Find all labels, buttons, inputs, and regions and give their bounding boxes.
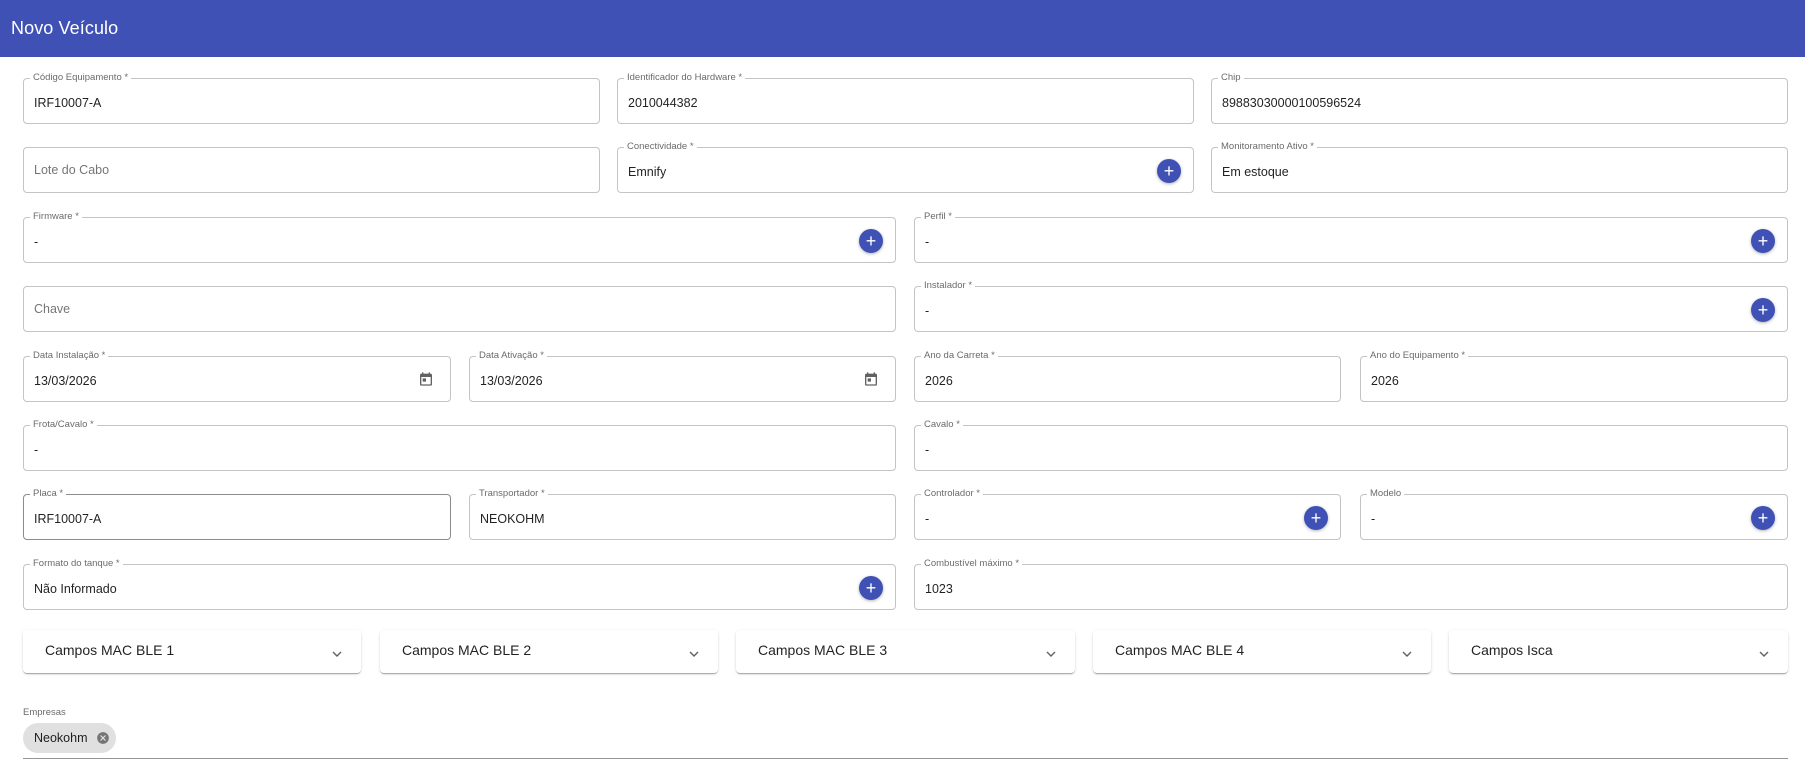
cavalo-field[interactable]: Cavalo * - — [914, 419, 1788, 471]
combustivel-maximo-value: 1023 — [925, 582, 953, 596]
ano-equipamento-field[interactable]: Ano do Equipamento * 2026 — [1360, 350, 1788, 402]
empresas-underline — [23, 758, 1788, 759]
add-conectividade-button[interactable]: + — [1157, 159, 1181, 183]
monitoramento-ativo-value: Em estoque — [1222, 165, 1289, 179]
accordion-label: Campos Isca — [1471, 642, 1553, 658]
accordion-mac-ble-2[interactable]: Campos MAC BLE 2 — [380, 630, 718, 673]
codigo-equipamento-value: IRF10007-A — [34, 96, 102, 110]
formato-tanque-value: Não Informado — [34, 582, 117, 596]
transportador-value: NEOKOHM — [480, 512, 545, 526]
accordion-label: Campos MAC BLE 3 — [758, 642, 888, 658]
accordion-mac-ble-3[interactable]: Campos MAC BLE 3 — [736, 630, 1075, 673]
conectividade-value: Emnify — [628, 165, 667, 179]
calendar-icon[interactable] — [418, 371, 434, 387]
codigo-equipamento-field[interactable]: Código Equipamento * IRF10007-A — [23, 72, 600, 124]
chevron-down-icon — [1759, 651, 1769, 657]
ano-carreta-value: 2026 — [925, 374, 953, 388]
ano-equipamento-value: 2026 — [1371, 374, 1399, 388]
identificador-hardware-label: Identificador do Hardware * — [624, 72, 746, 84]
placa-field[interactable]: Placa * IRF10007-A — [23, 488, 451, 540]
chave-field[interactable]: Chave — [23, 286, 896, 332]
monitoramento-ativo-label: Monitoramento Ativo * — [1218, 141, 1317, 153]
controlador-field[interactable]: Controlador * - + — [914, 488, 1341, 540]
identificador-hardware-field[interactable]: Identificador do Hardware * 2010044382 — [617, 72, 1194, 124]
perfil-field[interactable]: Perfil * - + — [914, 211, 1788, 263]
chevron-down-icon — [1402, 651, 1412, 657]
empresas-label: Empresas — [23, 707, 66, 718]
add-formato-tanque-button[interactable]: + — [859, 576, 883, 600]
chip-value: 89883030000100596524 — [1222, 96, 1362, 110]
data-instalacao-label: Data Instalação * — [30, 350, 109, 362]
modelo-label: Modelo — [1367, 488, 1405, 500]
accordion-mac-ble-4[interactable]: Campos MAC BLE 4 — [1093, 630, 1431, 673]
ano-equipamento-label: Ano do Equipamento * — [1367, 350, 1469, 362]
cavalo-value: - — [925, 443, 930, 457]
add-instalador-button[interactable]: + — [1751, 298, 1775, 322]
data-instalacao-value: 13/03/2026 — [34, 374, 97, 388]
combustivel-maximo-label: Combustível máximo * — [921, 558, 1023, 570]
combustivel-maximo-field[interactable]: Combustível máximo * 1023 — [914, 558, 1788, 610]
transportador-field[interactable]: Transportador * NEOKOHM — [469, 488, 896, 540]
accordion-label: Campos MAC BLE 4 — [1115, 642, 1245, 658]
instalador-label: Instalador * — [921, 280, 976, 292]
identificador-hardware-value: 2010044382 — [628, 96, 698, 110]
data-ativacao-field[interactable]: Data Ativação * 13/03/2026 — [469, 350, 896, 402]
perfil-value: - — [925, 235, 930, 249]
ano-carreta-label: Ano da Carreta * — [921, 350, 998, 362]
accordion-isca[interactable]: Campos Isca — [1449, 630, 1788, 673]
accordion-label: Campos MAC BLE 1 — [45, 642, 175, 658]
accordion-label: Campos MAC BLE 2 — [402, 642, 532, 658]
data-ativacao-value: 13/03/2026 — [480, 374, 543, 388]
app-bar: Novo Veículo — [0, 0, 1805, 57]
controlador-value: - — [925, 512, 930, 526]
placa-label: Placa * — [30, 488, 67, 500]
controlador-label: Controlador * — [921, 488, 983, 500]
lote-cabo-field[interactable]: Lote do Cabo — [23, 147, 600, 193]
lote-cabo-placeholder: Lote do Cabo — [34, 163, 110, 177]
chip-label: Chip — [1218, 72, 1244, 84]
formato-tanque-label: Formato do tanque * — [30, 558, 123, 570]
chip-field[interactable]: Chip 89883030000100596524 — [1211, 72, 1788, 124]
placa-value: IRF10007-A — [34, 512, 102, 526]
frota-cavalo-label: Frota/Cavalo * — [30, 419, 97, 431]
ano-carreta-field[interactable]: Ano da Carreta * 2026 — [914, 350, 1341, 402]
cancel-circle-icon[interactable] — [96, 731, 110, 745]
add-modelo-button[interactable]: + — [1751, 506, 1775, 530]
formato-tanque-field[interactable]: Formato do tanque * Não Informado + — [23, 558, 896, 610]
conectividade-field[interactable]: Conectividade * Emnify + — [617, 141, 1194, 193]
chevron-down-icon — [332, 651, 342, 657]
data-ativacao-label: Data Ativação * — [476, 350, 547, 362]
page-title: Novo Veículo — [11, 18, 119, 38]
chevron-down-icon — [689, 651, 699, 657]
instalador-field[interactable]: Instalador * - + — [914, 280, 1788, 332]
frota-cavalo-field[interactable]: Frota/Cavalo * - — [23, 419, 896, 471]
add-perfil-button[interactable]: + — [1751, 229, 1775, 253]
frota-cavalo-value: - — [34, 443, 39, 457]
calendar-icon[interactable] — [863, 371, 879, 387]
transportador-label: Transportador * — [476, 488, 548, 500]
firmware-label: Firmware * — [30, 211, 82, 223]
firmware-field[interactable]: Firmware * - + — [23, 211, 896, 263]
chave-placeholder: Chave — [34, 302, 71, 316]
monitoramento-ativo-field[interactable]: Monitoramento Ativo * Em estoque — [1211, 141, 1788, 193]
accordion-mac-ble-1[interactable]: Campos MAC BLE 1 — [23, 630, 361, 673]
instalador-value: - — [925, 304, 930, 318]
modelo-value: - — [1371, 512, 1376, 526]
cavalo-label: Cavalo * — [921, 419, 963, 431]
conectividade-label: Conectividade * — [624, 141, 697, 153]
modelo-field[interactable]: Modelo - + — [1360, 488, 1788, 540]
codigo-equipamento-label: Código Equipamento * — [30, 72, 132, 84]
add-controlador-button[interactable]: + — [1304, 506, 1328, 530]
data-instalacao-field[interactable]: Data Instalação * 13/03/2026 — [23, 350, 451, 402]
chevron-down-icon — [1046, 651, 1056, 657]
firmware-value: - — [34, 235, 39, 249]
empresa-chip[interactable]: Neokohm — [23, 723, 116, 753]
perfil-label: Perfil * — [921, 211, 955, 223]
chip-label: Neokohm — [34, 731, 88, 745]
add-firmware-button[interactable]: + — [859, 229, 883, 253]
